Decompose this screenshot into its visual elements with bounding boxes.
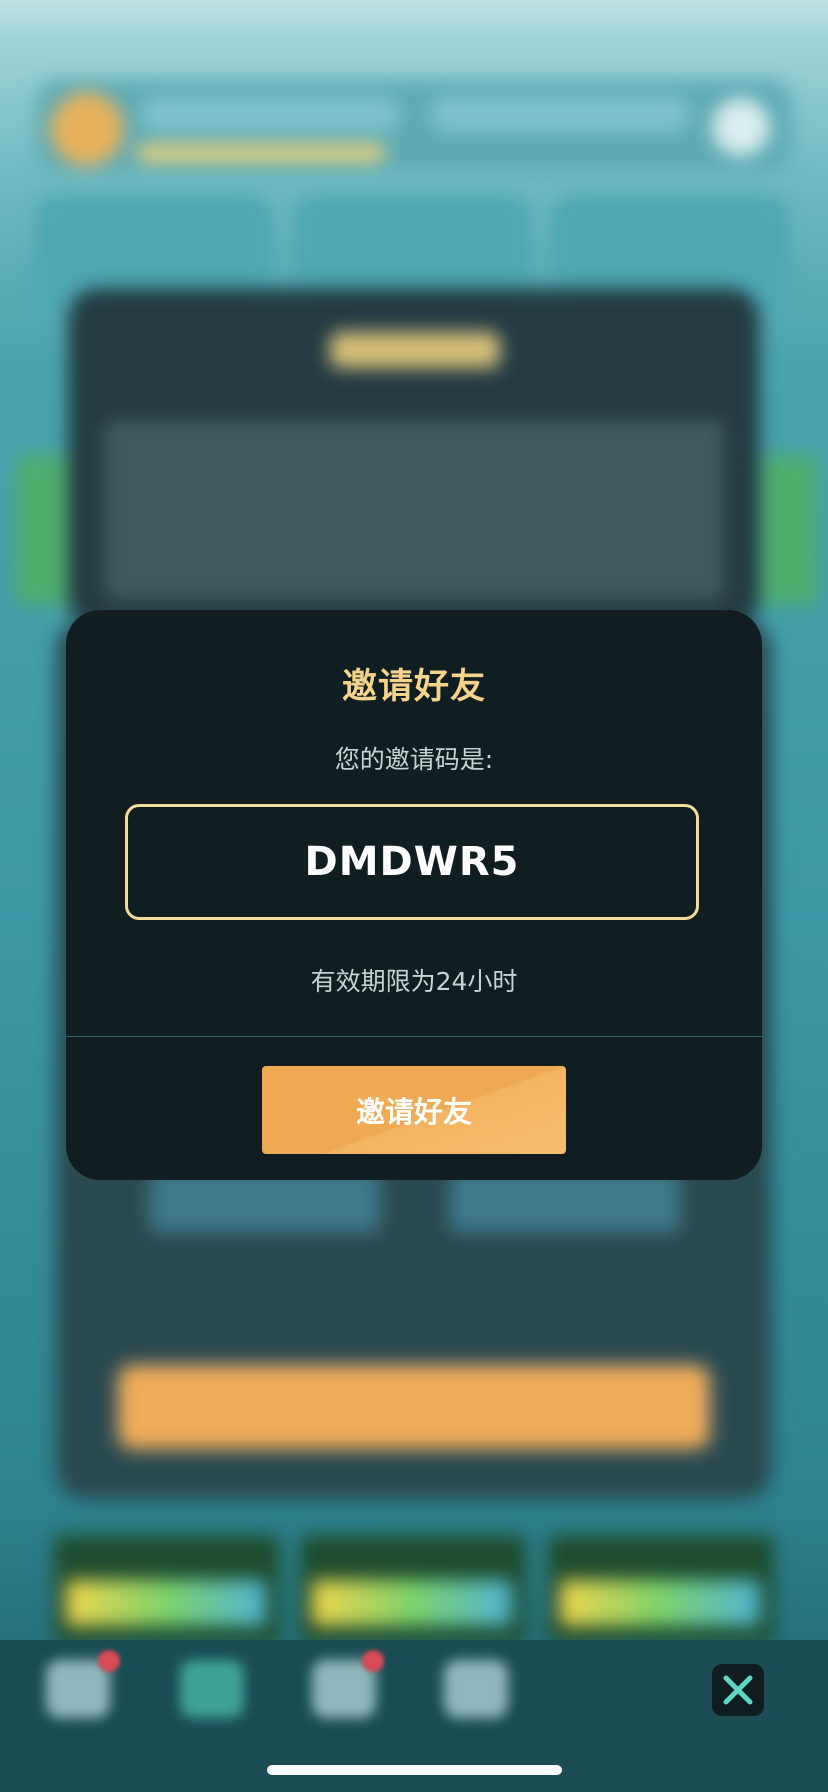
divider <box>66 1036 762 1037</box>
notification-badge <box>362 1650 384 1672</box>
close-icon <box>723 1675 753 1705</box>
background-stripe <box>66 1580 266 1626</box>
side-panel <box>762 455 818 605</box>
modal-title: 邀请好友 <box>341 667 486 707</box>
close-button[interactable] <box>712 1664 764 1716</box>
validity-note: 有效期限为24小时 <box>310 967 518 996</box>
notification-badge <box>98 1650 120 1672</box>
settings-icon <box>712 98 770 156</box>
invite-code-label: 您的邀请码是: <box>334 745 494 774</box>
home-indicator <box>267 1765 562 1775</box>
invite-friends-button[interactable]: 邀请好友 <box>262 1066 566 1154</box>
resource-counter <box>430 96 690 132</box>
background-panel-title <box>330 332 500 368</box>
background-stripe <box>312 1580 512 1626</box>
resource-counter <box>140 96 400 132</box>
background-action-bar <box>118 1365 710 1449</box>
avatar <box>50 92 124 166</box>
invite-friends-modal: 邀请好友 您的邀请码是: DMDWR5 有效期限为24小时 邀请好友 <box>66 610 762 1180</box>
background-stripe <box>560 1580 760 1626</box>
nav-diamond-icon <box>444 1660 508 1718</box>
invite-code-value: DMDWR5 <box>304 839 520 885</box>
background-panel-text <box>104 420 724 600</box>
nav-shield-icon <box>180 1660 244 1718</box>
side-panel <box>16 455 76 605</box>
progress-bar <box>136 144 386 162</box>
invite-code-box[interactable]: DMDWR5 <box>125 804 699 920</box>
